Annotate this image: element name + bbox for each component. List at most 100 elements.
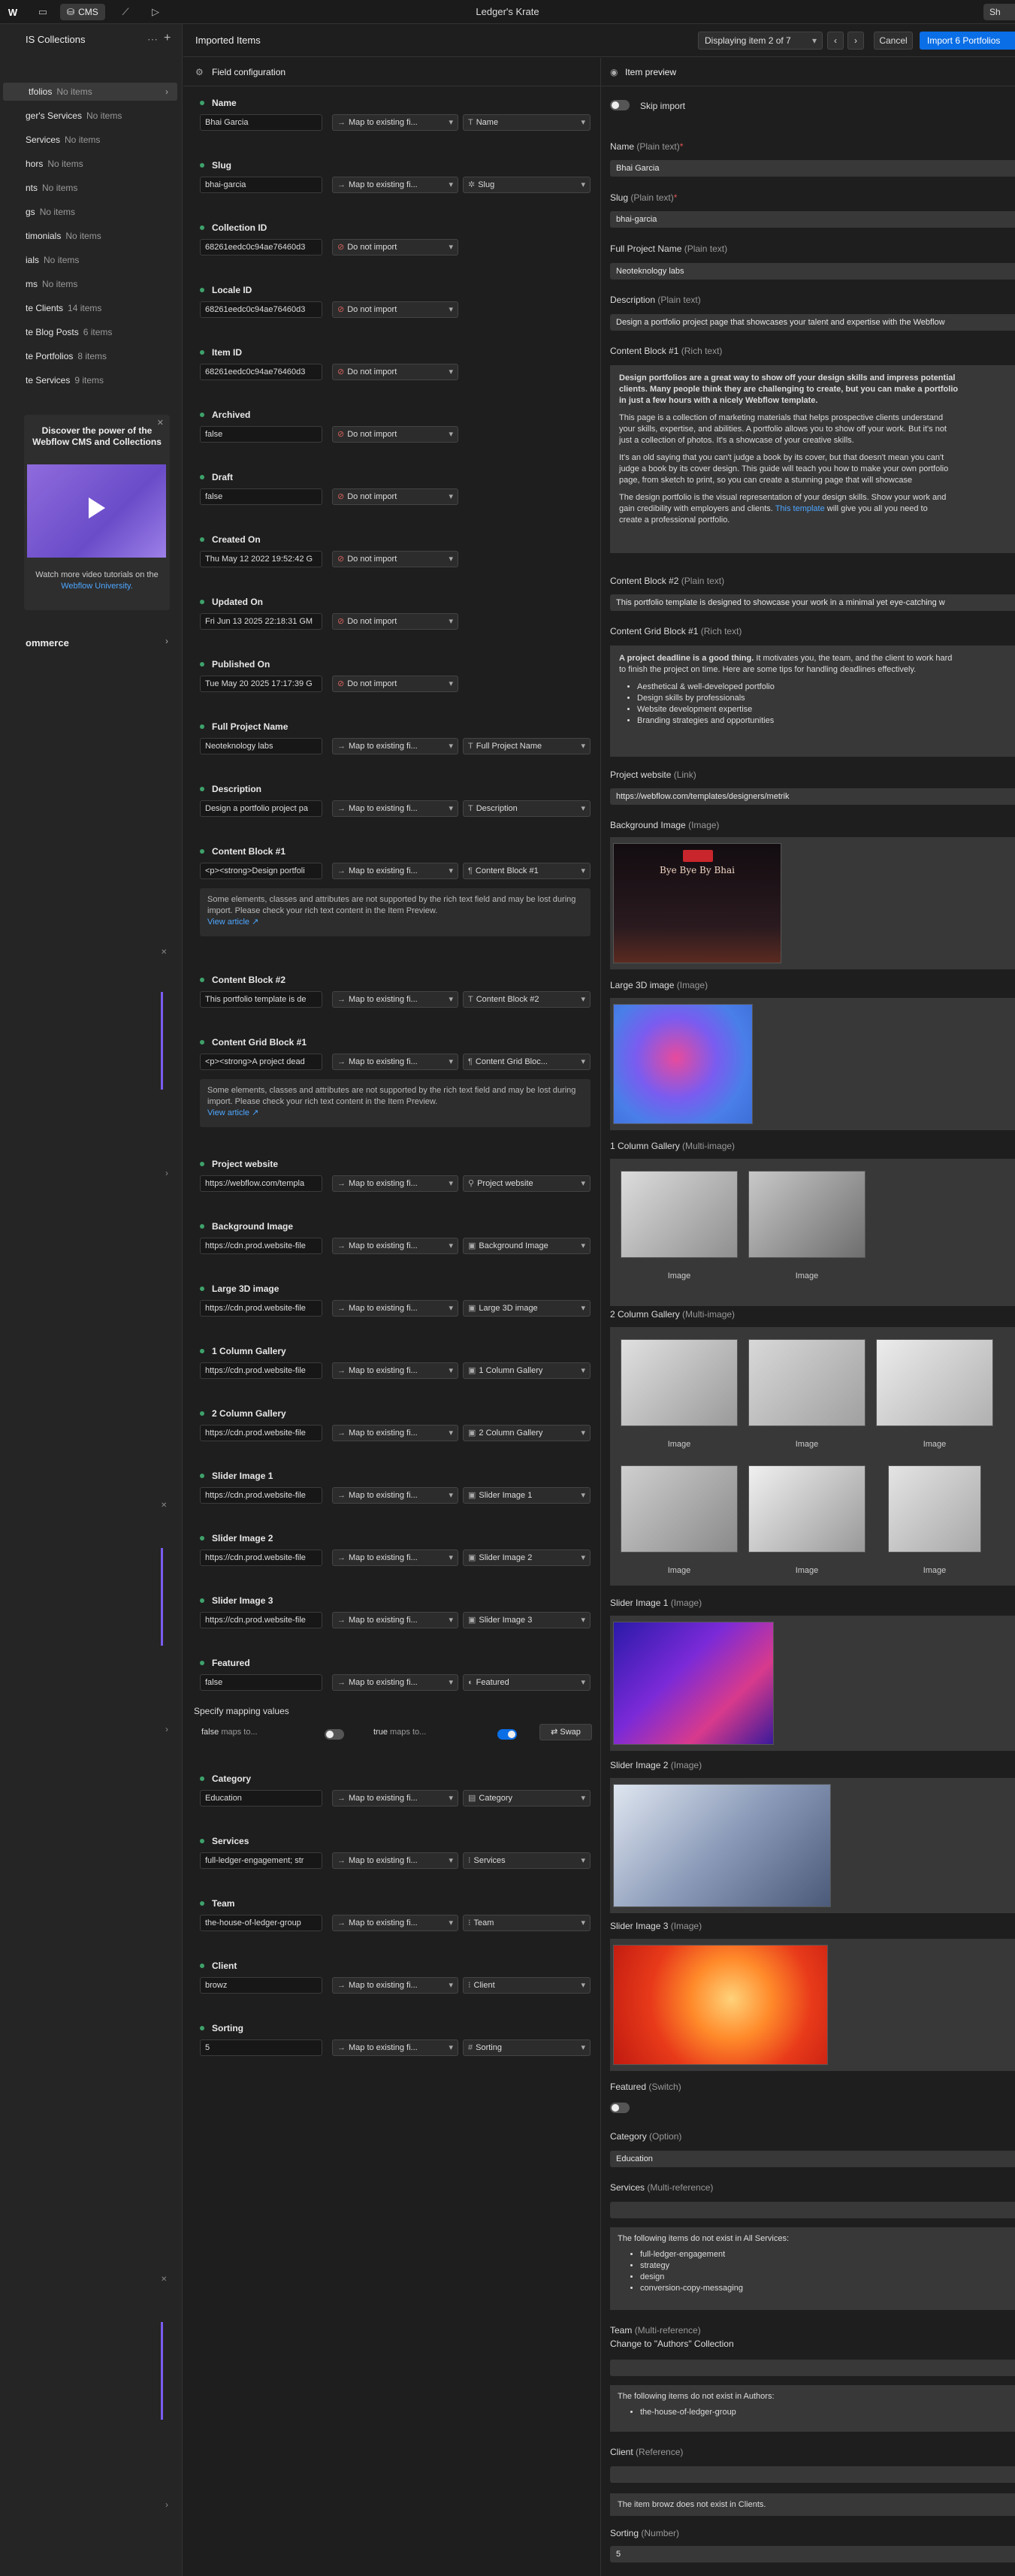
ecommerce-section[interactable]: ommerce (26, 637, 69, 649)
chevron-right-icon[interactable]: › (165, 2499, 168, 2510)
field-mapping-select[interactable]: → Map to existing fi... (332, 1674, 458, 1691)
field-mapping-select[interactable]: → Map to existing fi... (332, 114, 458, 131)
close-icon[interactable]: ✕ (161, 2275, 167, 2284)
field-mapping-select[interactable]: → Map to existing fi... (332, 177, 458, 193)
field-mapping-select[interactable]: → Map to existing fi... (332, 1362, 458, 1379)
scroll-indicator[interactable] (161, 992, 163, 1090)
field-mapping-select[interactable]: → Map to existing fi... (332, 1425, 458, 1441)
play-icon[interactable] (89, 497, 105, 519)
field-sample-value[interactable]: https://cdn.prod.website-file (200, 1300, 322, 1317)
target-field-select[interactable]: ✲ Slug (463, 177, 591, 193)
target-field-select[interactable]: T Name (463, 114, 591, 131)
promo-video-thumbnail[interactable] (27, 464, 166, 558)
target-field-select[interactable]: ¶ Content Grid Bloc... (463, 1054, 591, 1070)
field-mapping-select[interactable]: → Map to existing fi... (332, 1550, 458, 1566)
field-sample-value[interactable]: false (200, 1674, 322, 1691)
chevron-right-icon[interactable]: › (165, 1724, 168, 1734)
target-field-select[interactable]: ⁝ Services (463, 1852, 591, 1869)
target-field-select[interactable]: ▤ Category (463, 1790, 591, 1807)
skip-import-toggle[interactable] (610, 100, 630, 110)
chevron-right-icon[interactable]: › (165, 636, 168, 646)
target-field-select[interactable]: T Description (463, 800, 591, 817)
import-button[interactable]: Import 6 Portfolios (920, 32, 1015, 50)
view-article-link[interactable]: View article ↗ (207, 1108, 258, 1117)
field-sample-value[interactable]: 68261eedc0c94ae76460d3 (200, 239, 322, 255)
field-sample-value[interactable]: bhai-garcia (200, 177, 322, 193)
field-sample-value[interactable]: browz (200, 1977, 322, 1994)
sidebar-item-collection[interactable]: te Services 9 items (0, 371, 180, 389)
field-sample-value[interactable]: Thu May 12 2022 19:52:42 G (200, 551, 322, 567)
field-sample-value[interactable]: 68261eedc0c94ae76460d3 (200, 364, 322, 380)
sidebar-item-collection[interactable]: Services No items (0, 131, 180, 149)
field-sample-value[interactable]: Design a portfolio project pa (200, 800, 322, 817)
field-sample-value[interactable]: https://cdn.prod.website-file (200, 1425, 322, 1441)
field-sample-value[interactable]: Fri Jun 13 2025 22:18:31 GM (200, 613, 322, 630)
field-mapping-select[interactable]: ⊘ Do not import (332, 364, 458, 380)
field-mapping-select[interactable]: ⊘ Do not import (332, 676, 458, 692)
target-field-select[interactable]: ▣ Slider Image 2 (463, 1550, 591, 1566)
field-sample-value[interactable]: false (200, 488, 322, 505)
field-mapping-select[interactable]: ⊘ Do not import (332, 301, 458, 318)
close-icon[interactable]: ✕ (161, 948, 167, 957)
view-article-link[interactable]: View article ↗ (207, 918, 258, 927)
true-mapping-toggle[interactable] (497, 1729, 517, 1740)
sidebar-item-collection[interactable]: nts No items (0, 179, 180, 197)
target-field-select[interactable]: ¶ Content Block #1 (463, 863, 591, 879)
sidebar-item-collection[interactable]: te Clients 14 items (0, 299, 180, 317)
sidebar-item-collection[interactable]: timonials No items (0, 227, 180, 245)
field-sample-value[interactable]: Education (200, 1790, 322, 1807)
field-mapping-select[interactable]: → Map to existing fi... (332, 1790, 458, 1807)
field-sample-value[interactable]: https://cdn.prod.website-file (200, 1238, 322, 1254)
field-mapping-select[interactable]: → Map to existing fi... (332, 2039, 458, 2056)
field-sample-value[interactable]: https://webflow.com/templa (200, 1175, 322, 1192)
target-field-select[interactable]: # Sorting (463, 2039, 591, 2056)
more-icon[interactable]: ⋯ (147, 33, 158, 46)
field-sample-value[interactable]: https://cdn.prod.website-file (200, 1362, 322, 1379)
field-sample-value[interactable]: https://cdn.prod.website-file (200, 1487, 322, 1504)
scroll-indicator[interactable] (161, 1548, 163, 1646)
cancel-button[interactable]: Cancel (874, 32, 913, 50)
field-sample-value[interactable]: Tue May 20 2025 17:17:39 G (200, 676, 322, 692)
target-field-select[interactable]: ▣ Large 3D image (463, 1300, 591, 1317)
field-sample-value[interactable]: <p><strong>A project dead (200, 1054, 322, 1070)
target-field-select[interactable]: ▣ Slider Image 3 (463, 1612, 591, 1628)
sidebar-item-collection[interactable]: tfolios No items › (3, 83, 177, 101)
field-sample-value[interactable]: https://cdn.prod.website-file (200, 1612, 322, 1628)
sidebar-item-collection[interactable]: gs No items (0, 203, 180, 221)
target-field-select[interactable]: ⚲ Project website (463, 1175, 591, 1192)
field-sample-value[interactable]: Neoteknology labs (200, 738, 322, 754)
field-sample-value[interactable]: full-ledger-engagement; str (200, 1852, 322, 1869)
field-mapping-select[interactable]: ⊘ Do not import (332, 613, 458, 630)
close-icon[interactable]: ✕ (161, 1501, 167, 1510)
sidebar-item-collection[interactable]: te Blog Posts 6 items (0, 323, 180, 341)
field-sample-value[interactable]: the-house-of-ledger-group (200, 1915, 322, 1931)
share-button[interactable]: Sh (983, 4, 1015, 20)
item-display-select[interactable]: Displaying item 2 of 7 (698, 32, 823, 50)
target-field-select[interactable]: ▣ Background Image (463, 1238, 591, 1254)
sidebar-item-collection[interactable]: te Portfolios 8 items (0, 347, 180, 365)
field-mapping-select[interactable]: → Map to existing fi... (332, 863, 458, 879)
webflow-university-link[interactable]: Webflow University. (61, 582, 133, 591)
swap-button[interactable]: ⇄ Swap (539, 1724, 592, 1740)
target-field-select[interactable]: ▣ 2 Column Gallery (463, 1425, 591, 1441)
target-field-select[interactable]: T Full Project Name (463, 738, 591, 754)
change-collection-text[interactable]: Change to "Authors" Collection (610, 2339, 734, 2349)
target-field-select[interactable]: ◐ Featured (463, 1674, 591, 1691)
chevron-right-icon[interactable]: › (165, 1168, 168, 1178)
sidebar-item-collection[interactable]: ials No items (0, 251, 180, 269)
field-mapping-select[interactable]: ⊘ Do not import (332, 239, 458, 255)
field-mapping-select[interactable]: → Map to existing fi... (332, 1054, 458, 1070)
field-mapping-select[interactable]: → Map to existing fi... (332, 991, 458, 1008)
sidebar-item-collection[interactable]: ms No items (0, 275, 180, 293)
target-field-select[interactable]: ▣ 1 Column Gallery (463, 1362, 591, 1379)
field-sample-value[interactable]: This portfolio template is de (200, 991, 322, 1008)
sidebar-item-collection[interactable]: hors No items (0, 155, 180, 173)
field-sample-value[interactable]: Bhai Garcia (200, 114, 322, 131)
field-sample-value[interactable]: 68261eedc0c94ae76460d3 (200, 301, 322, 318)
field-mapping-select[interactable]: ⊘ Do not import (332, 488, 458, 505)
chevron-right-icon[interactable]: › (165, 86, 168, 97)
field-mapping-select[interactable]: ⊘ Do not import (332, 426, 458, 443)
field-mapping-select[interactable]: → Map to existing fi... (332, 1915, 458, 1931)
field-sample-value[interactable]: 5 (200, 2039, 322, 2056)
field-mapping-select[interactable]: → Map to existing fi... (332, 1612, 458, 1628)
